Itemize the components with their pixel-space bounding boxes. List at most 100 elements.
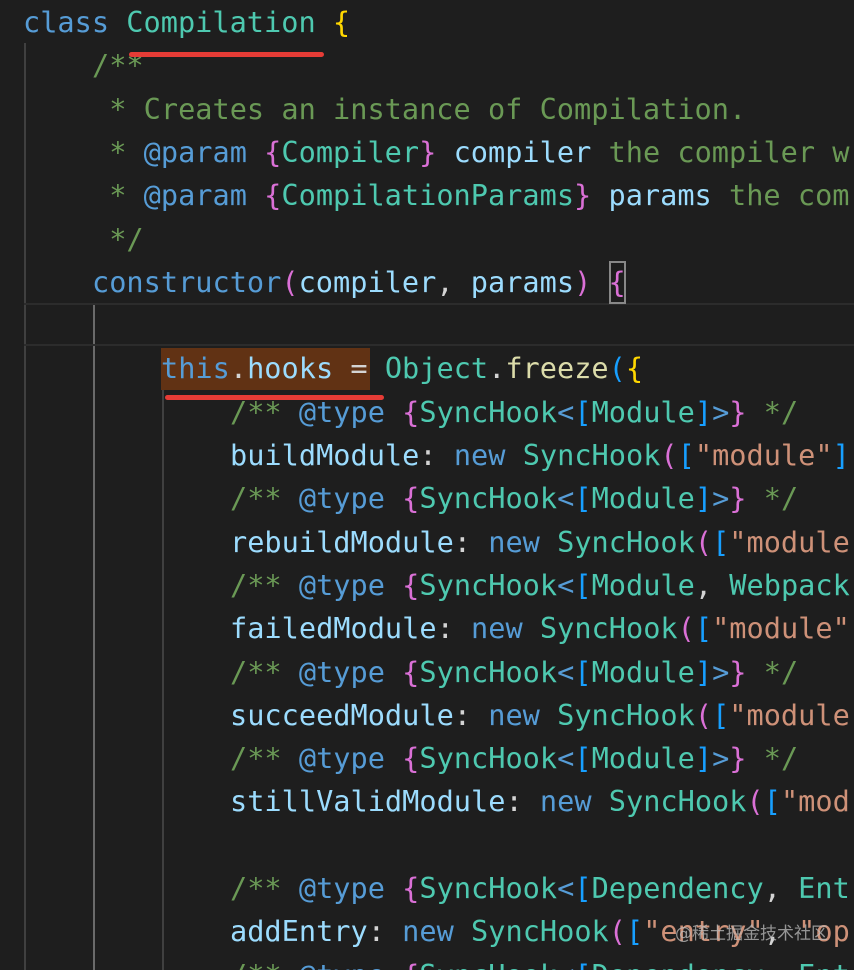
code-token: > [712, 394, 730, 429]
code-token: ( [694, 524, 713, 559]
code-token: , [764, 958, 798, 970]
code-token: > [712, 741, 730, 776]
code-token: new [402, 914, 454, 949]
code-token: : [505, 784, 540, 819]
code-token: > [712, 481, 730, 516]
code-token: [ [574, 958, 591, 970]
code-token: } [729, 481, 747, 516]
code-token: < [557, 958, 574, 970]
code-token: new [488, 524, 540, 559]
code-line[interactable]: constructor(compiler, params) { [92, 260, 626, 304]
code-token: @type [298, 871, 385, 905]
code-line[interactable]: failedModule: new SyncHook(["module" [230, 607, 850, 650]
code-line[interactable]: * Creates an instance of Compilation. [92, 88, 746, 131]
code-token: Compiler [281, 134, 420, 169]
code-line[interactable]: * @param {Compiler} compiler the compile… [92, 131, 849, 174]
code-token: compiler [453, 134, 592, 169]
code-token: Module [591, 567, 695, 602]
matched-bracket: { [608, 260, 626, 304]
code-token: { [332, 5, 351, 39]
code-token: Ent [798, 958, 850, 970]
code-token: ] [694, 394, 713, 429]
indent-guide-level-1 [24, 43, 26, 970]
code-editor[interactable]: class Compilation {/** * Creates an inst… [0, 0, 854, 970]
code-token: < [557, 654, 575, 689]
code-token: compiler [298, 264, 437, 299]
code-token: SyncHook [539, 611, 678, 646]
code-line[interactable]: succeedModule: new SyncHook(["module [230, 694, 850, 737]
code-token: [ [626, 914, 644, 949]
code-token: < [557, 741, 575, 776]
code-token: /** [230, 871, 299, 905]
code-token: SyncHook [419, 481, 558, 516]
code-token: { [264, 178, 282, 213]
code-line[interactable]: */ [92, 218, 144, 261]
code-token: hooks [247, 351, 334, 386]
code-token: ( [281, 264, 299, 299]
code-token: Module [591, 741, 695, 776]
code-token: < [557, 567, 575, 602]
code-line[interactable]: class Compilation { [23, 1, 350, 44]
code-token: = [333, 351, 385, 386]
code-line[interactable]: stillValidModule: new SyncHook(["mod [230, 780, 850, 823]
code-line[interactable]: this.hooks = Object.freeze({ [161, 347, 643, 390]
code-line[interactable]: /** @type {SyncHook<[Module]>} */ [230, 477, 798, 520]
code-token: this [161, 351, 230, 386]
code-token: Object [384, 351, 489, 386]
code-token: Module [591, 654, 695, 689]
code-token: "module [729, 697, 850, 732]
code-line[interactable]: /** @type {SyncHook<[Module]>} */ [230, 651, 798, 694]
code-token: < [557, 871, 575, 905]
code-token: { [264, 134, 282, 169]
code-token: { [402, 481, 420, 516]
code-line[interactable]: rebuildModule: new SyncHook(["module [230, 521, 850, 564]
code-token: @param [143, 134, 247, 169]
code-token: ( [746, 784, 764, 819]
code-token: buildModule [230, 438, 420, 472]
code-token: [ [712, 697, 730, 732]
code-token: SyncHook [419, 394, 558, 429]
code-line[interactable]: buildModule: new SyncHook(["module"] [230, 434, 850, 477]
code-token: @type [299, 958, 385, 970]
code-line[interactable]: * @param {CompilationParams} params the … [92, 174, 849, 217]
code-token: SyncHook [557, 524, 695, 559]
code-token: Module [591, 394, 695, 429]
indent-guide-level-3 [162, 389, 164, 970]
code-token: < [557, 481, 575, 516]
code-token: ( [608, 914, 626, 949]
code-line[interactable]: /** @type {SyncHook<[Module]>} */ [230, 737, 798, 780]
code-line[interactable]: /** @type {SyncHook<[Dependency, Ent [230, 867, 850, 910]
annotation-underline-this-hooks [165, 395, 384, 400]
code-token: /** [230, 958, 299, 970]
code-token: @type [298, 567, 385, 602]
code-line[interactable]: /** @type {SyncHook<[Dependency, Ent [230, 954, 850, 970]
code-token: params [608, 178, 712, 213]
code-token: succeedModule [230, 697, 454, 732]
code-line[interactable]: /** [92, 44, 144, 87]
code-token: /** [230, 741, 299, 776]
code-token: Compilation [126, 5, 316, 39]
code-line[interactable]: /** @type {SyncHook<[Module, Webpack [230, 564, 850, 607]
code-token: */ [746, 741, 799, 776]
code-token: addEntry [230, 914, 368, 949]
code-token: * Creates an instance of Compilation. [92, 91, 747, 126]
code-token: "module" [712, 611, 850, 646]
code-token: , [694, 567, 730, 602]
code-token: . [229, 351, 248, 386]
code-token: Dependency [591, 871, 764, 905]
code-token: SyncHook [471, 914, 609, 949]
code-token: */ [92, 221, 144, 256]
code-token: ( [660, 438, 678, 472]
